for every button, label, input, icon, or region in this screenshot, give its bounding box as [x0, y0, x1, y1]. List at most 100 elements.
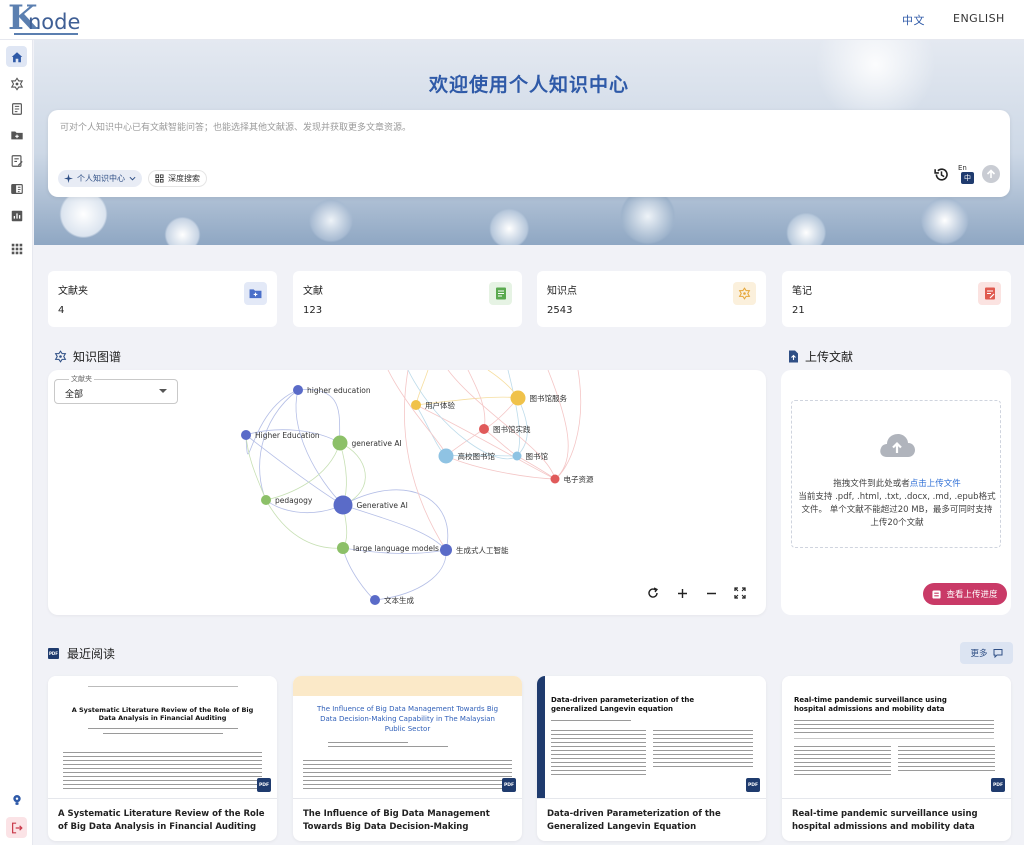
sidebar-item-folder-add[interactable]: [6, 124, 27, 145]
progress-button-label: 查看上传进度: [946, 590, 998, 600]
graph-node[interactable]: [370, 595, 380, 605]
sidebar-item-reading[interactable]: [6, 178, 27, 199]
knowledge-graph-canvas[interactable]: higher education Higher Education generati…: [48, 370, 766, 615]
language-english-link[interactable]: ENGLISH: [953, 12, 1005, 25]
graph-node-label: Higher Education: [255, 431, 320, 440]
folder-select[interactable]: 文献夹 全部: [54, 374, 178, 404]
section-title: 上传文献: [805, 350, 854, 364]
folder-add-icon: [10, 131, 23, 139]
folder-select-label: 文献夹: [69, 374, 94, 384]
graph-node-label: pedagogy: [275, 496, 313, 505]
hero-banner: 欢迎使用个人知识中心 可对个人知识中心已有文献智能问答；也能选择其他文献源、发现…: [34, 40, 1024, 245]
sidebar-item-stats[interactable]: [6, 205, 27, 226]
pdf-badge: PDF: [991, 778, 1005, 792]
thumbnail-title: A Systematic Literature Review of the Ro…: [71, 706, 254, 722]
paper-title: A Systematic Literature Review of the Ro…: [58, 809, 265, 832]
thumbnail-spine: [537, 676, 545, 798]
graph-node-label: 图书馆服务: [530, 393, 568, 403]
recent-paper-card[interactable]: A Systematic Literature Review of the Ro…: [48, 676, 277, 841]
graph-node-label: 图书馆: [526, 451, 549, 461]
graph-node[interactable]: [512, 451, 522, 461]
graph-node-label: generative AI: [352, 439, 402, 448]
chevron-down-icon: [129, 176, 136, 181]
app-logo[interactable]: K node: [8, 1, 88, 35]
chevron-down-icon: [159, 389, 167, 393]
send-button[interactable]: [982, 165, 1000, 183]
graph-node-label: large language models: [353, 544, 439, 553]
fullscreen-icon[interactable]: [733, 586, 747, 600]
language-chinese-link[interactable]: 中文: [902, 12, 925, 28]
document-icon: [489, 282, 512, 305]
thumbnail-banner: [293, 676, 522, 696]
search-input[interactable]: 可对个人知识中心已有文献智能问答；也能选择其他文献源、发现并获取更多文章资源。: [60, 120, 411, 133]
sidebar-item-notes[interactable]: [6, 150, 27, 171]
graph-node[interactable]: [293, 385, 303, 395]
upload-format-hint: 当前支持 .pdf, .html, .txt, .docx, .md, .epu…: [798, 492, 996, 528]
deep-search-toggle[interactable]: 深度搜索: [148, 170, 207, 187]
stat-card-documents[interactable]: 文献 123: [293, 271, 522, 327]
sidebar-item-library[interactable]: [6, 98, 27, 119]
graph-node[interactable]: [479, 424, 489, 434]
recent-paper-card[interactable]: Real-time pandemic surveillance using ho…: [782, 676, 1011, 841]
sidebar-item-help[interactable]: [6, 789, 27, 810]
graph-node[interactable]: [411, 400, 421, 410]
pdf-badge: PDF: [502, 778, 516, 792]
deep-search-icon: [155, 174, 164, 183]
refresh-icon[interactable]: [646, 586, 660, 600]
stat-card-notes[interactable]: 笔记 21: [782, 271, 1011, 327]
stat-label: 笔记: [792, 286, 812, 297]
view-upload-progress-button[interactable]: 查看上传进度: [923, 583, 1007, 605]
logo-text: node: [28, 10, 81, 34]
graph-node[interactable]: [337, 542, 349, 554]
sparkle-icon: [64, 174, 73, 183]
drop-text: 拖拽文件到此处或者: [833, 479, 910, 489]
sidebar-item-apps[interactable]: [6, 238, 27, 259]
more-button[interactable]: 更多: [960, 642, 1013, 664]
source-selector[interactable]: 个人知识中心: [58, 170, 142, 187]
sidebar: [0, 40, 33, 845]
search-tools: En 中: [933, 164, 1000, 184]
sidebar-item-home[interactable]: [6, 46, 27, 67]
stat-card-folders[interactable]: 文献夹 4: [48, 271, 277, 327]
graph-node[interactable]: [332, 435, 348, 451]
stat-card-knowledge-points[interactable]: 知识点 2543: [537, 271, 766, 327]
translate-toggle[interactable]: En 中: [958, 164, 974, 184]
click-upload-link[interactable]: 点击上传文件: [910, 479, 961, 489]
file-drop-zone[interactable]: 拖拽文件到此处或者点击上传文件 当前支持 .pdf, .html, .txt, …: [791, 400, 1001, 548]
zoom-in-icon[interactable]: [675, 586, 689, 600]
graph-node-label: 用户体验: [425, 400, 455, 410]
stat-value: 123: [303, 305, 323, 316]
graph-node[interactable]: [440, 544, 452, 556]
recent-paper-card[interactable]: The Influence of Big Data Management Tow…: [293, 676, 522, 841]
paper-thumbnail: Real-time pandemic surveillance using ho…: [782, 676, 1011, 799]
stats-icon: [11, 210, 22, 221]
history-icon[interactable]: [933, 166, 950, 183]
help-icon: [12, 794, 21, 805]
pdf-icon: PDF: [48, 648, 59, 659]
paper-title: Data-driven Parameterization of the Gene…: [547, 809, 721, 832]
section-title: 知识图谱: [73, 350, 122, 364]
graph-node[interactable]: [261, 495, 271, 505]
graph-node[interactable]: [438, 448, 454, 464]
cloud-upload-icon: [880, 434, 915, 457]
translate-en: En: [958, 164, 967, 172]
paper-thumbnail: A Systematic Literature Review of the Ro…: [48, 676, 277, 799]
knowledge-graph-panel[interactable]: higher education Higher Education generati…: [48, 370, 766, 615]
graph-node[interactable]: [510, 390, 526, 406]
sidebar-item-logout[interactable]: [6, 817, 27, 838]
zoom-out-icon[interactable]: [704, 586, 718, 600]
graph-node[interactable]: [333, 495, 353, 515]
paper-title: Real-time pandemic surveillance using ho…: [792, 809, 978, 832]
graph-node-label: 高校图书馆: [458, 451, 496, 461]
graph-node-label: 生成式人工智能: [456, 545, 509, 555]
stat-label: 文献夹: [58, 286, 88, 297]
recent-paper-card[interactable]: Data-driven parameterization of the gene…: [537, 676, 766, 841]
graph-toolbar: [646, 586, 747, 600]
thumbnail-title: Data-driven parameterization of the gene…: [551, 696, 695, 713]
pdf-badge: PDF: [257, 778, 271, 792]
knowledge-point-icon: [733, 282, 756, 305]
graph-node[interactable]: [241, 430, 251, 440]
graph-node[interactable]: [550, 474, 560, 484]
search-box[interactable]: 可对个人知识中心已有文献智能问答；也能选择其他文献源、发现并获取更多文章资源。 …: [48, 110, 1010, 197]
sidebar-item-knowledge-graph[interactable]: [6, 73, 27, 94]
